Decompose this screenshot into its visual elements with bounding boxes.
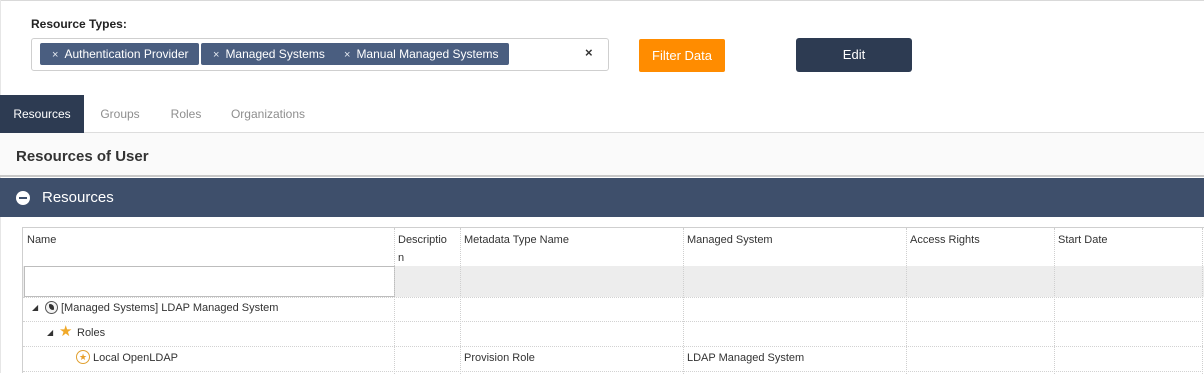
expand-triangle-icon[interactable]: ◢ [32,303,38,312]
tag-label: Manual Managed Systems [356,47,499,61]
name-filter-input[interactable] [24,266,395,297]
row-name: Roles [77,327,106,339]
resource-types-select[interactable]: × Authentication Provider × Managed System… [31,38,609,71]
row-divider [23,321,1204,322]
column-divider [394,228,395,374]
clear-all-icon[interactable]: × [585,45,593,60]
column-divider [1202,228,1203,374]
column-header-start-date[interactable]: Start Date [1058,231,1108,249]
resources-grid: Name Descriptio n Metadata Type Name Man… [22,227,1204,374]
row-name: [Managed Systems] LDAP Managed System [61,302,279,314]
tab-roles[interactable]: Roles [160,95,212,133]
tab-resources[interactable]: Resources [0,95,84,133]
section-header: Resources of User [0,133,1204,177]
row-divider [23,346,1204,347]
tab-bar: Resources Groups Roles Organizations [0,95,1204,133]
tab-groups[interactable]: Groups [92,95,148,133]
column-header-description[interactable]: Descriptio n [398,231,458,267]
row-divider [23,297,1204,298]
column-header-name[interactable]: Name [27,231,56,249]
resource-types-label: Resource Types: [31,17,127,31]
column-header-managed-system[interactable]: Managed System [687,231,773,249]
page-title: Resources of User [16,148,149,165]
tag-label: Managed Systems [225,47,325,61]
row-divider [23,371,1204,372]
tag-remove-icon[interactable]: × [52,49,58,61]
resources-panel-header[interactable]: Resources [0,178,1204,217]
row-metadata-type: Provision Role [464,352,535,364]
column-header-metadata-type[interactable]: Metadata Type Name [464,231,569,249]
role-star-icon: ★ [76,350,90,364]
managed-system-icon [45,301,58,314]
collapse-minus-icon[interactable] [16,191,30,205]
tab-organizations[interactable]: Organizations [224,95,312,133]
top-border [0,0,1204,1]
star-icon: ★ [59,323,73,340]
filter-data-button[interactable]: Filter Data [639,39,725,72]
edit-button[interactable]: Edit [796,38,912,72]
tag-authentication-provider: × Authentication Provider [40,43,199,65]
tag-remove-icon[interactable]: × [213,49,219,61]
column-header-access-rights[interactable]: Access Rights [910,231,980,249]
tag-remove-icon[interactable]: × [344,49,350,61]
tag-manual-managed-systems: × Manual Managed Systems [332,43,509,65]
row-name: Local OpenLDAP [93,352,178,364]
expand-triangle-icon[interactable]: ◢ [47,328,53,337]
column-divider [460,228,461,374]
panel-title: Resources [42,189,114,206]
tag-managed-systems: × Managed Systems [201,43,335,65]
column-divider [906,228,907,374]
row-managed-system: LDAP Managed System [687,352,805,364]
column-divider [683,228,684,374]
column-divider [1054,228,1055,374]
tag-label: Authentication Provider [64,47,189,61]
